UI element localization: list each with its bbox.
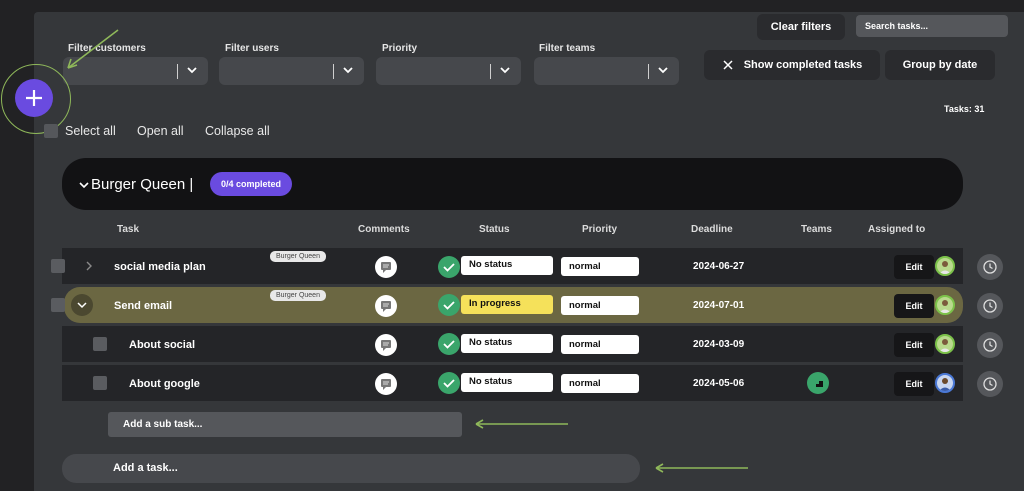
clear-filters-button[interactable]: Clear filters bbox=[757, 14, 845, 40]
edit-button[interactable]: Edit bbox=[894, 333, 934, 357]
show-completed-button[interactable]: Show completed tasks bbox=[704, 50, 880, 80]
chevron-down-icon bbox=[77, 302, 87, 309]
chevron-down-icon bbox=[658, 67, 668, 74]
task-name[interactable]: About social bbox=[129, 339, 195, 351]
status-check-icon[interactable] bbox=[438, 333, 460, 355]
chevron-down-icon bbox=[187, 67, 197, 74]
row-checkbox[interactable] bbox=[93, 337, 107, 351]
comment-icon[interactable] bbox=[375, 295, 397, 317]
edit-button[interactable]: Edit bbox=[894, 372, 934, 396]
col-assigned-to: Assigned to bbox=[868, 224, 926, 235]
annotation-arrow-icon bbox=[67, 29, 119, 69]
search-input[interactable]: Search tasks... bbox=[856, 15, 1008, 37]
select-all-checkbox[interactable] bbox=[44, 124, 58, 138]
clock-icon[interactable] bbox=[977, 293, 1003, 319]
comment-icon[interactable] bbox=[375, 256, 397, 278]
deadline[interactable]: 2024-07-01 bbox=[693, 300, 744, 311]
add-sub-task-input[interactable]: Add a sub task... bbox=[108, 412, 462, 437]
task-name[interactable]: About google bbox=[129, 378, 200, 390]
deadline[interactable]: 2024-06-27 bbox=[693, 261, 744, 272]
col-deadline: Deadline bbox=[691, 224, 733, 235]
group-title: Burger Queen | bbox=[91, 176, 194, 193]
priority-select[interactable]: normal bbox=[561, 257, 639, 276]
add-task-input[interactable]: Add a task... bbox=[62, 454, 640, 483]
comment-icon[interactable] bbox=[375, 373, 397, 395]
task-name[interactable]: Send email bbox=[114, 300, 172, 312]
filter-users-select[interactable] bbox=[219, 57, 364, 85]
annotation-arrow-icon bbox=[475, 419, 568, 429]
customer-tag: Burger Queen bbox=[270, 290, 326, 301]
customer-tag: Burger Queen bbox=[270, 251, 326, 262]
avatar[interactable] bbox=[935, 334, 955, 354]
avatar[interactable] bbox=[935, 256, 955, 276]
team-icon[interactable] bbox=[807, 372, 829, 394]
row-checkbox[interactable] bbox=[51, 259, 65, 273]
open-all-link[interactable]: Open all bbox=[137, 124, 184, 138]
status-select[interactable]: No status bbox=[461, 373, 553, 392]
group-header[interactable] bbox=[62, 158, 963, 210]
select-all-link[interactable]: Select all bbox=[65, 124, 116, 138]
chevron-down-icon bbox=[343, 67, 353, 74]
priority-select[interactable]: normal bbox=[561, 296, 639, 315]
avatar[interactable] bbox=[935, 295, 955, 315]
row-checkbox[interactable] bbox=[51, 298, 65, 312]
avatar[interactable] bbox=[935, 373, 955, 393]
clock-icon[interactable] bbox=[977, 254, 1003, 280]
edit-button[interactable]: Edit bbox=[894, 255, 934, 279]
close-icon bbox=[723, 60, 733, 70]
status-select[interactable]: No status bbox=[461, 256, 553, 275]
priority-filter-select[interactable] bbox=[376, 57, 521, 85]
task-name[interactable]: social media plan bbox=[114, 261, 206, 273]
chevron-down-icon[interactable] bbox=[78, 179, 90, 191]
col-task: Task bbox=[117, 224, 140, 235]
col-teams: Teams bbox=[801, 224, 832, 235]
row-checkbox[interactable] bbox=[93, 376, 107, 390]
filter-teams-label: Filter teams bbox=[539, 43, 596, 54]
completed-badge: 0/4 completed bbox=[210, 172, 292, 196]
clock-icon[interactable] bbox=[977, 332, 1003, 358]
status-check-icon[interactable] bbox=[438, 294, 460, 316]
deadline[interactable]: 2024-05-06 bbox=[693, 378, 744, 389]
status-check-icon[interactable] bbox=[438, 372, 460, 394]
priority-filter-label: Priority bbox=[382, 43, 418, 54]
deadline[interactable]: 2024-03-09 bbox=[693, 339, 744, 350]
filter-users-label: Filter users bbox=[225, 43, 279, 54]
expand-toggle[interactable] bbox=[71, 294, 93, 316]
col-comments: Comments bbox=[358, 224, 410, 235]
clock-icon[interactable] bbox=[977, 371, 1003, 397]
collapse-all-link[interactable]: Collapse all bbox=[205, 124, 270, 138]
chevron-right-icon[interactable] bbox=[84, 261, 94, 271]
col-priority: Priority bbox=[582, 224, 618, 235]
annotation-arrow-icon bbox=[655, 463, 748, 473]
edit-button[interactable]: Edit bbox=[894, 294, 934, 318]
priority-select[interactable]: normal bbox=[561, 335, 639, 354]
tasks-count: Tasks: 31 bbox=[944, 104, 985, 114]
show-completed-label: Show completed tasks bbox=[743, 59, 863, 71]
status-check-icon[interactable] bbox=[438, 256, 460, 278]
group-by-date-button[interactable]: Group by date bbox=[885, 50, 995, 80]
chevron-down-icon bbox=[500, 67, 510, 74]
col-status: Status bbox=[479, 224, 510, 235]
comment-icon[interactable] bbox=[375, 334, 397, 356]
add-task-fab[interactable] bbox=[15, 79, 53, 117]
status-select[interactable]: No status bbox=[461, 334, 553, 353]
filter-teams-select[interactable] bbox=[534, 57, 679, 85]
priority-select[interactable]: normal bbox=[561, 374, 639, 393]
plus-icon bbox=[26, 90, 42, 106]
status-select[interactable]: In progress bbox=[461, 295, 553, 314]
